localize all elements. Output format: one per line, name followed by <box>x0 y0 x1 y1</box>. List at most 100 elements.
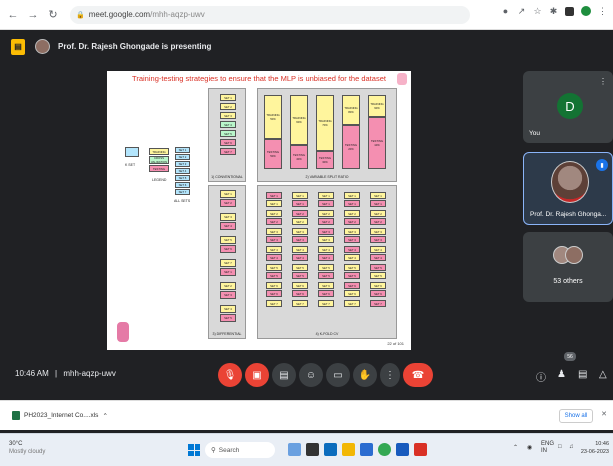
diff-set-4: SET 4 <box>220 222 236 230</box>
show-all-button[interactable]: Show all <box>559 409 593 423</box>
weather-widget[interactable]: 30°C Mostly cloudy <box>9 440 45 456</box>
file-explorer-icon[interactable] <box>342 443 355 456</box>
present-icon: ▭ <box>333 369 343 381</box>
camera-off-button[interactable]: ▣ <box>245 363 269 387</box>
tile-presenter[interactable]: ▮ Prof. Dr. Rajesh Ghonga... <box>523 152 613 225</box>
raise-hand-button[interactable]: ✋ <box>353 363 377 387</box>
menu-icon[interactable]: ⋮ <box>598 6 607 16</box>
tile-others[interactable]: 53 others <box>523 232 613 302</box>
wifi-icon[interactable]: ◉ <box>527 444 532 451</box>
speaking-icon: ▮ <box>596 159 608 171</box>
camera-icon[interactable]: ● <box>501 6 510 16</box>
display-icon[interactable]: □ <box>558 444 562 450</box>
end-call-icon: ☎ <box>411 369 425 381</box>
word-icon[interactable] <box>396 443 409 456</box>
conv-set-1: SET 1 <box>220 94 236 101</box>
people-button[interactable]: ♟ <box>557 369 566 380</box>
kfold-cell: SET 4 <box>318 254 334 261</box>
kfold-cell: SET 5 <box>292 264 308 271</box>
chevron-up-tray-icon[interactable]: ⌃ <box>513 444 518 451</box>
kfold-cell: SET 4 <box>292 246 308 253</box>
kfold-cell: SET 1 <box>370 192 386 199</box>
meeting-time: 10:46 AM <box>15 369 49 378</box>
close-icon[interactable]: ✕ <box>601 410 607 418</box>
leave-call-button[interactable]: ☎ <box>403 363 433 387</box>
vs-test-4: TESTING 20% <box>342 125 360 169</box>
kfold-cell: SET 4 <box>344 246 360 253</box>
conv-set-3: SET 3 <box>220 112 236 119</box>
kfold-cell: SET 3 <box>370 228 386 235</box>
panel-conventional-label: 1) CONVENTIONAL <box>211 175 243 179</box>
url-host: meet.google.com <box>88 10 151 19</box>
edge-icon[interactable] <box>324 443 337 456</box>
windows-start-icon[interactable] <box>188 444 200 456</box>
all-set-5: SET 5 <box>175 175 190 181</box>
emoji-icon: ☺ <box>305 369 317 381</box>
kfold-cell: SET 1 <box>292 200 308 207</box>
more-options-icon[interactable]: ⋮ <box>599 77 607 86</box>
present-button[interactable]: ▭ <box>326 363 350 387</box>
sidebar-icon[interactable] <box>565 6 574 16</box>
activities-button[interactable]: △ <box>599 369 607 380</box>
kfold-cell: SET 1 <box>370 200 386 207</box>
info-button[interactable]: ⓘ <box>536 369 546 384</box>
widgets-icon[interactable] <box>306 443 319 456</box>
volume-icon[interactable]: ♫ <box>569 444 574 450</box>
taskview-icon[interactable] <box>288 443 301 456</box>
all-set-4: SET 4 <box>175 168 190 174</box>
kfold-cell: SET 4 <box>370 254 386 261</box>
vs-train-2: TRAINING 60% <box>290 95 308 145</box>
panel-k-fold-label: 4) K-FOLD CV <box>315 332 339 336</box>
reload-icon[interactable]: ↻ <box>46 8 60 22</box>
captions-icon: ▤ <box>279 369 289 381</box>
pdf-icon[interactable] <box>414 443 427 456</box>
mic-off-button[interactable]: 🎙 <box>218 363 242 387</box>
vs-test-3: TESTING 30% <box>316 151 334 169</box>
chrome-icon[interactable] <box>378 443 391 456</box>
puzzle-icon[interactable]: ✱ <box>549 6 558 16</box>
kfold-cell: SET 3 <box>344 228 360 235</box>
weather-desc: Mostly cloudy <box>9 449 46 455</box>
kfold-cell: SET 2 <box>344 210 360 217</box>
store-icon[interactable] <box>360 443 373 456</box>
share-icon[interactable]: ↗ <box>517 6 526 16</box>
kfold-cell: SET 2 <box>318 210 334 217</box>
clock-date: 23-06-2023 <box>580 449 609 455</box>
tile-you[interactable]: ⋮ D You <box>523 71 613 143</box>
diff-set-7: SET 7 <box>220 259 236 267</box>
kfold-cell: SET 3 <box>292 236 308 243</box>
taskbar-search[interactable]: ⚲ Search <box>205 442 275 458</box>
present-screen-icon[interactable]: ▤ <box>11 38 25 55</box>
download-item[interactable]: PH2023_Internet Co....xls ⌃ <box>12 411 108 420</box>
chat-button[interactable]: ▤ <box>578 369 587 380</box>
forward-icon[interactable]: → <box>26 8 40 22</box>
vs-train-1: TRAINING 50% <box>264 95 282 139</box>
kfold-cell: SET 6 <box>370 290 386 297</box>
slide-title: Training-testing strategies to ensure th… <box>132 74 386 83</box>
language-top: ENG <box>541 441 555 447</box>
excel-file-icon <box>12 411 20 420</box>
kfold-cell: SET 3 <box>344 236 360 243</box>
all-sets-label: ALL SETS <box>174 199 191 203</box>
profile-icon[interactable] <box>581 6 591 16</box>
kfold-cell: SET 4 <box>266 246 282 253</box>
presenting-banner: ▤ Prof. Dr. Rajesh Ghongade is presentin… <box>0 30 613 63</box>
tile-presenter-label: Prof. Dr. Rajesh Ghonga... <box>530 211 607 218</box>
conv-set-6: SET 6 <box>220 139 236 146</box>
more-options-button[interactable]: ⋮ <box>380 363 400 387</box>
address-bar[interactable]: 🔒 meet.google.com /mhh-aqzp-uwv <box>70 5 470 24</box>
download-bar: PH2023_Internet Co....xls ⌃ Show all ✕ <box>0 400 613 430</box>
back-icon[interactable]: ← <box>6 8 20 22</box>
emoji-button[interactable]: ☺ <box>299 363 323 387</box>
star-icon[interactable]: ☆ <box>533 6 542 16</box>
captions-button[interactable]: ▤ <box>272 363 296 387</box>
taskbar: 30°C Mostly cloudy ⚲ Search ⌃ ◉ ENG IN □… <box>0 433 613 466</box>
language-indicator[interactable]: ENG IN <box>541 441 554 455</box>
system-clock[interactable]: 10:46 23-06-2023 <box>581 440 609 456</box>
kfold-cell: SET 1 <box>318 192 334 199</box>
tile-you-label: You <box>529 130 540 137</box>
presenting-text: Prof. Dr. Rajesh Ghongade is presenting <box>58 42 212 51</box>
chevron-up-icon[interactable]: ⌃ <box>102 412 107 420</box>
avatar: D <box>557 93 583 119</box>
download-filename: PH2023_Internet Co....xls <box>24 412 99 419</box>
